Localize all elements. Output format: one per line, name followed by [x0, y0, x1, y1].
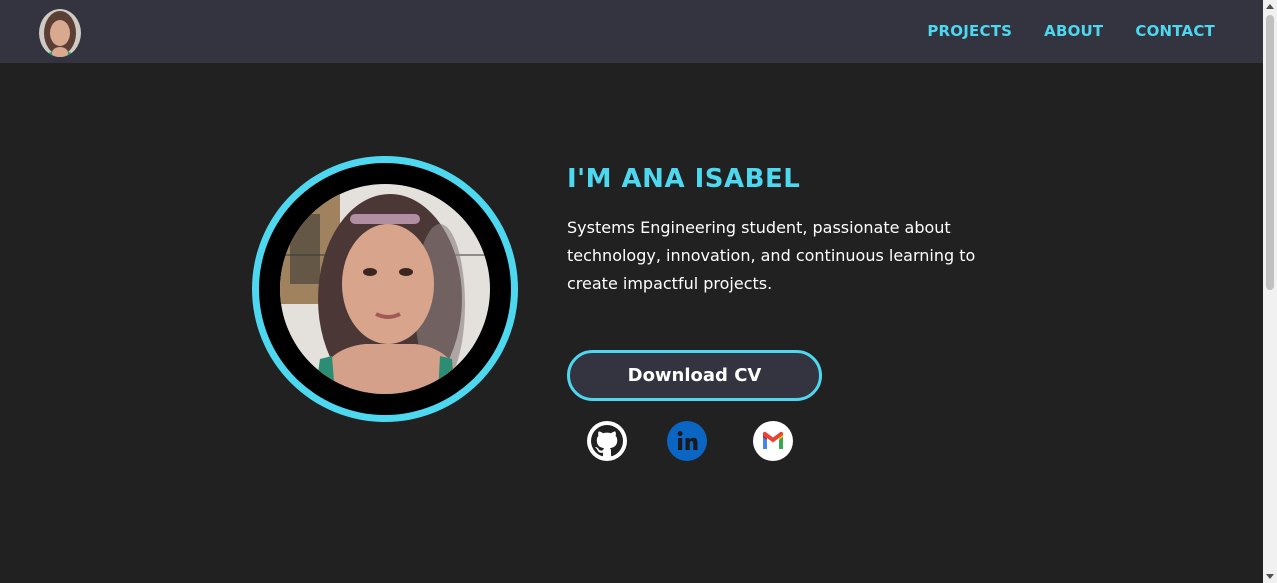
navbar: PROJECTS ABOUT CONTACT: [0, 0, 1263, 63]
scrollbar[interactable]: [1263, 0, 1277, 583]
profile-image-frame: [252, 156, 518, 422]
nav-link-projects[interactable]: PROJECTS: [927, 22, 1012, 40]
nav-avatar[interactable]: [39, 9, 81, 57]
linkedin-link[interactable]: [666, 420, 708, 462]
github-icon: [587, 421, 627, 461]
nav-link-about[interactable]: ABOUT: [1044, 22, 1103, 40]
hero-title: I'M ANA ISABEL: [567, 164, 801, 194]
gmail-link[interactable]: [752, 420, 794, 462]
profile-photo: [280, 184, 490, 394]
profile-image-border: [259, 163, 511, 415]
scrollbar-thumb[interactable]: [1266, 15, 1274, 290]
avatar-photo: [39, 9, 81, 57]
scroll-up-icon[interactable]: [1266, 4, 1274, 9]
download-cv-button[interactable]: Download CV: [567, 350, 822, 401]
nav-link-contact[interactable]: CONTACT: [1135, 22, 1215, 40]
hero-description: Systems Engineering student, passionate …: [567, 218, 976, 293]
gmail-icon: [753, 421, 793, 461]
scroll-down-icon[interactable]: [1266, 574, 1274, 579]
github-link[interactable]: [586, 420, 628, 462]
linkedin-icon: [667, 421, 707, 461]
page: PROJECTS ABOUT CONTACT I'M ANA ISABEL Sy…: [0, 0, 1263, 583]
nav-links: PROJECTS ABOUT CONTACT: [927, 22, 1215, 40]
